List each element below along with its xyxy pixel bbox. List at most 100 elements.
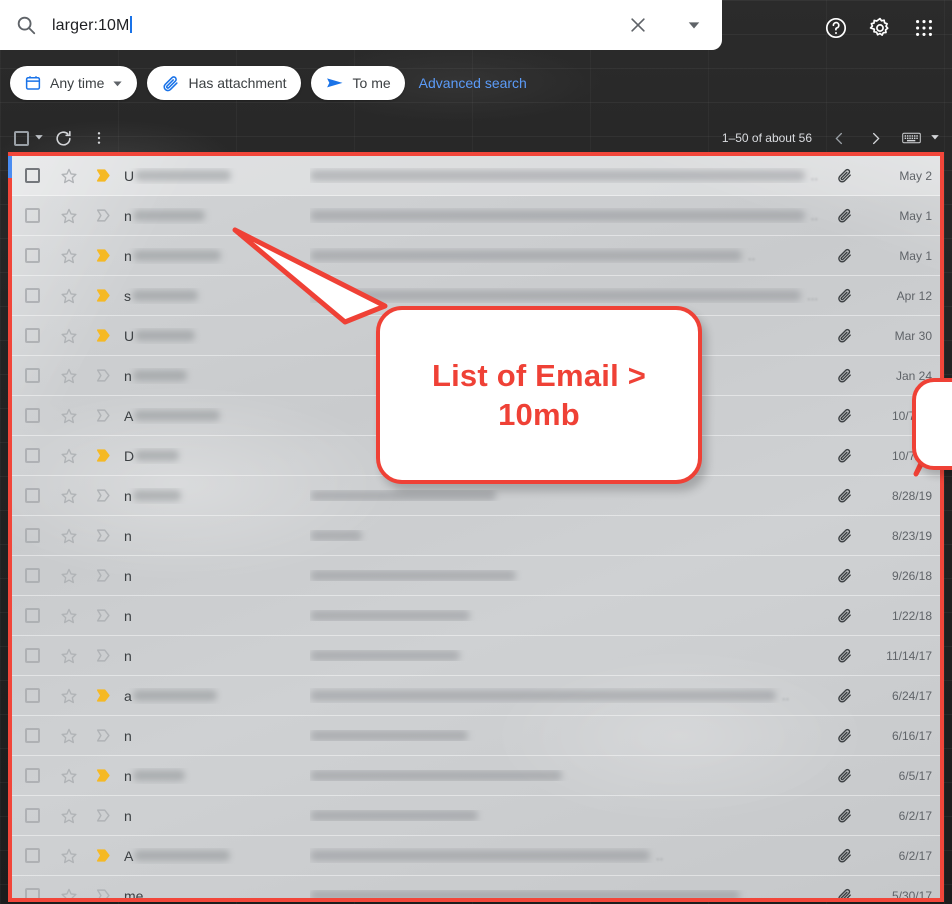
important-marker-button[interactable]: [86, 286, 120, 305]
star-button[interactable]: [52, 487, 86, 505]
sender-name: a: [120, 688, 310, 704]
sender-name: n: [120, 728, 310, 744]
keyboard-icon[interactable]: [894, 121, 928, 155]
apps-grid-icon[interactable]: [904, 8, 944, 48]
table-row[interactable]: A.. 6/2/17: [12, 836, 940, 876]
star-button[interactable]: [52, 247, 86, 265]
sender-initial: D: [124, 447, 135, 464]
star-button[interactable]: [52, 367, 86, 385]
table-row[interactable]: U.. May 2: [12, 156, 940, 196]
chip-any-time[interactable]: Any time: [10, 66, 138, 100]
star-button[interactable]: [52, 807, 86, 825]
important-marker-button[interactable]: [86, 646, 120, 665]
previous-page-button[interactable]: [822, 121, 856, 155]
row-checkbox[interactable]: [12, 688, 52, 703]
keyboard-caret-icon[interactable]: [930, 129, 940, 147]
star-button[interactable]: [52, 447, 86, 465]
callout-line-2: 10mb: [498, 397, 580, 432]
row-checkbox[interactable]: [12, 648, 52, 663]
star-button[interactable]: [52, 327, 86, 345]
important-marker-button[interactable]: [86, 326, 120, 345]
important-marker-button[interactable]: [86, 806, 120, 825]
row-checkbox[interactable]: [12, 848, 52, 863]
star-button[interactable]: [52, 767, 86, 785]
search-input[interactable]: larger:10M: [52, 15, 610, 35]
star-button[interactable]: [52, 567, 86, 585]
star-button[interactable]: [52, 527, 86, 545]
select-all-checkbox[interactable]: [14, 129, 44, 147]
important-marker-button[interactable]: [86, 766, 120, 785]
gear-icon[interactable]: [860, 8, 900, 48]
star-button[interactable]: [52, 167, 86, 185]
table-row[interactable]: me 5/30/17: [12, 876, 940, 900]
star-button[interactable]: [52, 727, 86, 745]
email-date: 6/2/17: [898, 808, 932, 823]
row-checkbox[interactable]: [12, 248, 52, 263]
email-date: Apr 12: [896, 288, 932, 303]
important-marker-button[interactable]: [86, 246, 120, 265]
row-checkbox[interactable]: [12, 888, 52, 900]
important-marker-button[interactable]: [86, 566, 120, 585]
important-marker-button[interactable]: [86, 446, 120, 465]
star-button[interactable]: [52, 207, 86, 225]
row-checkbox[interactable]: [12, 368, 52, 383]
row-checkbox[interactable]: [12, 808, 52, 823]
row-checkbox[interactable]: [12, 288, 52, 303]
row-checkbox[interactable]: [12, 528, 52, 543]
refresh-button[interactable]: [46, 121, 80, 155]
star-button[interactable]: [52, 847, 86, 865]
clear-search-button[interactable]: [610, 0, 666, 50]
next-page-button[interactable]: [858, 121, 892, 155]
table-row[interactable]: n 8/23/19: [12, 516, 940, 556]
table-row[interactable]: n 1/22/18: [12, 596, 940, 636]
star-button[interactable]: [52, 407, 86, 425]
list-left-accent: [8, 156, 12, 178]
important-marker-button[interactable]: [86, 166, 120, 185]
star-button[interactable]: [52, 687, 86, 705]
table-row[interactable]: n 6/16/17: [12, 716, 940, 756]
search-bar[interactable]: larger:10M: [0, 0, 722, 50]
row-checkbox[interactable]: [12, 768, 52, 783]
table-row[interactable]: n 6/5/17: [12, 756, 940, 796]
important-marker-button[interactable]: [86, 406, 120, 425]
row-checkbox[interactable]: [12, 488, 52, 503]
more-options-button[interactable]: [82, 121, 116, 155]
row-checkbox[interactable]: [12, 728, 52, 743]
subject-overflow-ellipsis: ...: [807, 288, 818, 303]
sender-name: n: [120, 528, 310, 544]
row-checkbox[interactable]: [12, 408, 52, 423]
table-row[interactable]: n 6/2/17: [12, 796, 940, 836]
row-checkbox[interactable]: [12, 208, 52, 223]
important-marker-button[interactable]: [86, 366, 120, 385]
row-checkbox[interactable]: [12, 168, 52, 183]
help-circle-icon[interactable]: [816, 8, 856, 48]
chip-to-me[interactable]: To me: [310, 66, 405, 100]
important-marker-button[interactable]: [86, 206, 120, 225]
select-caret-icon[interactable]: [34, 129, 44, 147]
important-marker-button[interactable]: [86, 686, 120, 705]
chevron-down-icon[interactable]: [112, 78, 123, 89]
callout-line-1: List of Email >: [431, 357, 647, 393]
important-marker-button[interactable]: [86, 726, 120, 745]
row-checkbox[interactable]: [12, 448, 52, 463]
row-checkbox[interactable]: [12, 328, 52, 343]
table-row[interactable]: a.. 6/24/17: [12, 676, 940, 716]
star-button[interactable]: [52, 647, 86, 665]
search-icon[interactable]: [0, 14, 52, 36]
star-button[interactable]: [52, 887, 86, 900]
important-marker-button[interactable]: [86, 886, 120, 900]
row-checkbox[interactable]: [12, 568, 52, 583]
important-marker-button[interactable]: [86, 486, 120, 505]
advanced-search-link[interactable]: Advanced search: [419, 75, 527, 91]
table-row[interactable]: n 11/14/17: [12, 636, 940, 676]
table-row[interactable]: n 9/26/18: [12, 556, 940, 596]
important-marker-button[interactable]: [86, 846, 120, 865]
star-button[interactable]: [52, 607, 86, 625]
row-checkbox[interactable]: [12, 608, 52, 623]
chip-has-attachment[interactable]: Has attachment: [147, 66, 301, 100]
important-marker-button[interactable]: [86, 606, 120, 625]
search-options-button[interactable]: [666, 0, 722, 50]
important-marker-button[interactable]: [86, 526, 120, 545]
checkbox-icon: [24, 808, 40, 823]
star-button[interactable]: [52, 287, 86, 305]
